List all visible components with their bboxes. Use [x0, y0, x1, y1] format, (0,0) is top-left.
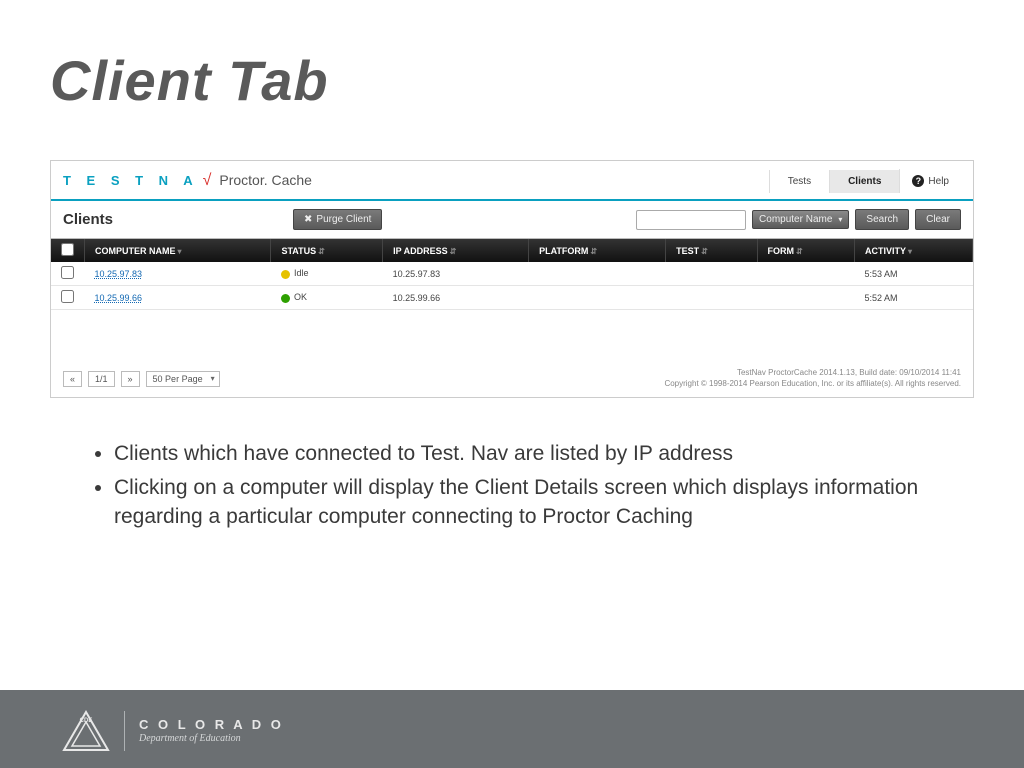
- purge-client-label: Purge Client: [316, 214, 371, 225]
- footer-separator: [124, 711, 125, 751]
- app-logo: T E S T N A √ Proctor. Cache: [63, 172, 312, 190]
- cell-platform: [529, 262, 666, 286]
- row-checkbox[interactable]: [61, 266, 74, 279]
- nav-help-label: Help: [928, 176, 949, 187]
- header-nav: Tests Clients ? Help: [769, 169, 961, 193]
- svg-text:CDE: CDE: [80, 718, 93, 724]
- slide-bullets: Clients which have connected to Test. Na…: [80, 440, 940, 537]
- cell-form: [757, 286, 854, 310]
- app-header: T E S T N A √ Proctor. Cache Tests Clien…: [51, 161, 973, 201]
- nav-clients[interactable]: Clients: [829, 170, 899, 193]
- page-title: Clients: [63, 211, 113, 228]
- col-form[interactable]: FORM⇵: [757, 239, 854, 262]
- search-input[interactable]: [636, 210, 746, 230]
- filter-selected-label: Computer Name: [759, 214, 832, 225]
- status-dot-icon: [281, 270, 290, 279]
- col-ip-label: IP ADDRESS: [393, 246, 448, 256]
- col-test[interactable]: TEST⇵: [666, 239, 757, 262]
- cell-ip: 10.25.99.66: [383, 286, 529, 310]
- col-activity[interactable]: ACTIVITY▾: [854, 239, 972, 262]
- cde-logo-icon: CDE: [62, 710, 110, 752]
- row-checkbox[interactable]: [61, 290, 74, 303]
- cell-activity: 5:53 AM: [854, 262, 972, 286]
- clear-button[interactable]: Clear: [915, 209, 961, 230]
- col-computer-label: COMPUTER NAME: [95, 246, 176, 256]
- build-meta: TestNav ProctorCache 2014.1.13, Build da…: [664, 368, 961, 389]
- col-test-label: TEST: [676, 246, 699, 256]
- col-activity-label: ACTIVITY: [865, 246, 906, 256]
- per-page-select[interactable]: 50 Per Page: [146, 371, 220, 387]
- footer-dept: Department of Education: [139, 733, 284, 744]
- nav-tests[interactable]: Tests: [769, 170, 829, 193]
- logo-text: T E S T N A: [63, 173, 199, 188]
- pager-next[interactable]: »: [121, 371, 140, 387]
- cell-test: [666, 286, 757, 310]
- cell-activity: 5:52 AM: [854, 286, 972, 310]
- table-row[interactable]: 10.25.97.83 Idle 10.25.97.83 5:53 AM: [51, 262, 973, 286]
- col-form-label: FORM: [768, 246, 795, 256]
- screenshot-footer: « 1/1 » 50 Per Page TestNav ProctorCache…: [63, 368, 961, 389]
- toolbar: Clients ✖ Purge Client Computer Name ▾ S…: [51, 201, 973, 239]
- cell-ip: 10.25.97.83: [383, 262, 529, 286]
- status-label: Idle: [294, 268, 309, 278]
- cell-platform: [529, 286, 666, 310]
- select-all-checkbox[interactable]: [61, 243, 74, 256]
- col-status-label: STATUS: [281, 246, 316, 256]
- footer-logo: CDE C O L O R A D O Department of Educat…: [62, 710, 284, 752]
- clients-table: COMPUTER NAME▾ STATUS⇵ IP ADDRESS⇵ PLATF…: [51, 239, 973, 310]
- col-checkbox[interactable]: [51, 239, 85, 262]
- meta-line2: Copyright © 1998-2014 Pearson Education,…: [664, 379, 961, 389]
- filter-select[interactable]: Computer Name ▾: [752, 210, 849, 229]
- col-platform[interactable]: PLATFORM⇵: [529, 239, 666, 262]
- footer-state: C O L O R A D O: [139, 718, 284, 732]
- client-link[interactable]: 10.25.99.66: [95, 293, 143, 303]
- col-ip[interactable]: IP ADDRESS⇵: [383, 239, 529, 262]
- purge-client-button[interactable]: ✖ Purge Client: [293, 209, 382, 230]
- status-label: OK: [294, 292, 307, 302]
- pager-current: 1/1: [88, 371, 115, 387]
- nav-help[interactable]: ? Help: [899, 169, 961, 193]
- table-header-row: COMPUTER NAME▾ STATUS⇵ IP ADDRESS⇵ PLATF…: [51, 239, 973, 262]
- screenshot-panel: T E S T N A √ Proctor. Cache Tests Clien…: [50, 160, 974, 398]
- col-computer[interactable]: COMPUTER NAME▾: [85, 239, 271, 262]
- meta-line1: TestNav ProctorCache 2014.1.13, Build da…: [664, 368, 961, 378]
- cell-test: [666, 262, 757, 286]
- col-platform-label: PLATFORM: [539, 246, 588, 256]
- status-dot-icon: [281, 294, 290, 303]
- table-row[interactable]: 10.25.99.66 OK 10.25.99.66 5:52 AM: [51, 286, 973, 310]
- help-icon: ?: [912, 175, 924, 187]
- pager-prev[interactable]: «: [63, 371, 82, 387]
- bullet-item: Clients which have connected to Test. Na…: [114, 440, 940, 468]
- bullet-item: Clicking on a computer will display the …: [114, 474, 940, 531]
- search-button[interactable]: Search: [855, 209, 909, 230]
- close-icon: ✖: [304, 214, 312, 225]
- footer-text: C O L O R A D O Department of Education: [139, 718, 284, 743]
- cell-form: [757, 262, 854, 286]
- col-status[interactable]: STATUS⇵: [271, 239, 383, 262]
- chevron-down-icon: ▾: [838, 215, 842, 224]
- client-link[interactable]: 10.25.97.83: [95, 269, 143, 279]
- slide-title: Client Tab: [50, 48, 329, 113]
- product-name: Proctor. Cache: [219, 172, 312, 188]
- slide-footer-bar: CDE C O L O R A D O Department of Educat…: [0, 690, 1024, 768]
- pager: « 1/1 » 50 Per Page: [63, 371, 220, 387]
- logo-check-icon: √: [203, 172, 212, 190]
